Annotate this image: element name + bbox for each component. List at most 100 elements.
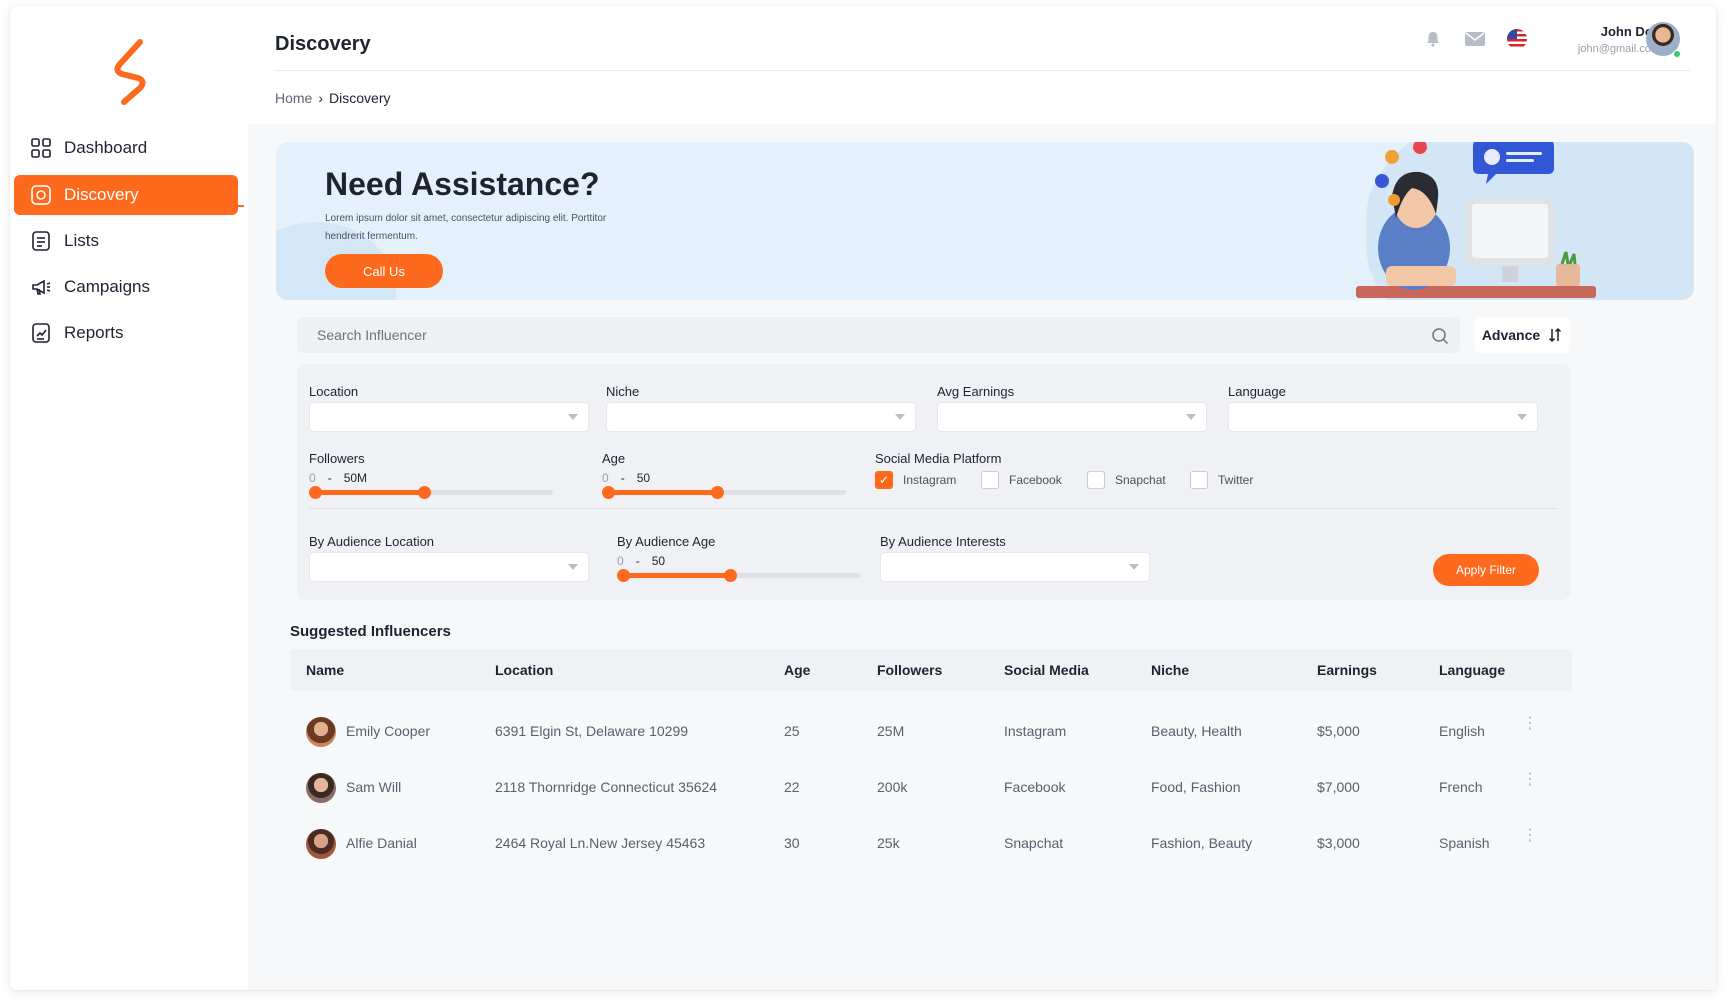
range-separator: -: [620, 471, 625, 485]
influencer-name[interactable]: Emily Cooper: [346, 723, 430, 739]
slider-fill: [315, 490, 425, 495]
avatar: [306, 829, 336, 859]
report-icon: [32, 323, 50, 343]
checkbox-label: Snapchat: [1115, 473, 1166, 487]
twitter-checkbox[interactable]: Twitter: [1190, 471, 1253, 489]
chevron-down-icon: [895, 414, 905, 420]
chevron-down-icon: [568, 414, 578, 420]
influencer-name[interactable]: Alfie Danial: [346, 835, 417, 851]
call-us-button[interactable]: Call Us: [325, 254, 443, 288]
sidebar-item-campaigns[interactable]: Campaigns: [14, 267, 238, 307]
slider-fill: [623, 573, 731, 578]
slider-min-handle[interactable]: [309, 486, 322, 499]
slider-min-handle[interactable]: [602, 486, 615, 499]
sidebar-item-dashboard[interactable]: Dashboard: [14, 128, 238, 168]
location-label: Location: [309, 384, 359, 399]
column-header[interactable]: Language: [1439, 662, 1505, 678]
column-header[interactable]: Social Media: [1004, 662, 1089, 678]
column-header[interactable]: Name: [306, 662, 344, 678]
influencer-earnings: $5,000: [1317, 723, 1360, 739]
influencer-age: 25: [784, 723, 800, 739]
avg-earnings-label: Avg Earnings: [937, 384, 1015, 399]
bell-icon[interactable]: [1424, 30, 1442, 48]
range-min: 0: [602, 471, 609, 485]
column-header[interactable]: Niche: [1151, 662, 1189, 678]
influencer-niche: Beauty, Health: [1151, 723, 1242, 739]
us-flag-icon[interactable]: [1506, 28, 1528, 50]
slider-max-handle[interactable]: [418, 486, 432, 499]
breadcrumb-home[interactable]: Home: [275, 90, 312, 106]
search-icon[interactable]: [1431, 327, 1449, 345]
mail-icon[interactable]: [1464, 30, 1486, 48]
sidebar-item-discovery[interactable]: Discovery: [14, 175, 238, 215]
chevron-down-icon: [1129, 564, 1139, 570]
breadcrumb: Home › Discovery: [275, 90, 391, 106]
language-select[interactable]: [1228, 402, 1538, 432]
influencer-social: Facebook: [1004, 779, 1066, 795]
avg-earnings-select[interactable]: [937, 402, 1207, 432]
sidebar-item-lists[interactable]: Lists: [14, 221, 238, 261]
facebook-checkbox[interactable]: Facebook: [981, 471, 1062, 489]
user-email: john@gmail.com: [1577, 43, 1660, 55]
chevron-down-icon: [568, 564, 578, 570]
instagram-checkbox[interactable]: ✓ Instagram: [875, 471, 956, 489]
age-slider[interactable]: [602, 486, 846, 499]
assistance-banner: Need Assistance? Lorem ipsum dolor sit a…: [276, 142, 1694, 300]
range-separator: -: [635, 554, 640, 568]
sidebar-item-label: Reports: [64, 323, 124, 342]
slider-max-handle[interactable]: [711, 486, 725, 499]
audience-interests-select[interactable]: [880, 552, 1150, 582]
column-header[interactable]: Followers: [877, 662, 942, 678]
checkbox-label: Twitter: [1218, 473, 1254, 487]
column-header[interactable]: Age: [784, 662, 810, 678]
sidebar-item-label: Lists: [64, 231, 99, 250]
apply-filter-button[interactable]: Apply Filter: [1433, 554, 1539, 586]
influencer-age: 30: [784, 835, 800, 851]
sidebar-item-label: Discovery: [64, 185, 139, 204]
slider-min-handle[interactable]: [617, 569, 630, 582]
table-row[interactable]: Alfie Danial 2464 Royal Ln.New Jersey 45…: [290, 816, 1572, 872]
influencer-language: English: [1439, 723, 1485, 739]
influencer-name[interactable]: Sam Will: [346, 779, 401, 795]
influencer-location: 2118 Thornridge Connecticut 35624: [495, 779, 718, 795]
column-header[interactable]: Earnings: [1317, 662, 1377, 678]
audience-location-label: By Audience Location: [309, 534, 435, 549]
more-options-icon[interactable]: ⋮: [1522, 716, 1538, 732]
followers-slider[interactable]: [309, 486, 553, 499]
online-status-dot: [1673, 50, 1681, 58]
checkbox-checked-icon[interactable]: ✓: [875, 471, 893, 489]
slider-max-handle[interactable]: [724, 569, 738, 582]
table-row[interactable]: Emily Cooper 6391 Elgin St, Delaware 102…: [290, 704, 1572, 760]
more-options-icon[interactable]: ⋮: [1522, 772, 1538, 788]
slider-fill: [608, 490, 718, 495]
audience-location-select[interactable]: [309, 552, 589, 582]
checkbox-box[interactable]: [1087, 471, 1105, 489]
sidebar-item-label: Campaigns: [64, 277, 150, 296]
more-options-icon[interactable]: ⋮: [1522, 828, 1538, 844]
sort-arrows-icon: [1549, 327, 1562, 343]
sidebar-item-reports[interactable]: Reports: [14, 313, 238, 353]
influencer-followers: 25M: [877, 723, 905, 739]
search-input[interactable]: Search Influencer: [297, 317, 1460, 353]
active-indicator: [236, 205, 244, 207]
influencer-earnings: $7,000: [1317, 779, 1360, 795]
brand-logo[interactable]: [106, 36, 156, 108]
megaphone-icon: [32, 279, 51, 295]
sidebar: Dashboard Discovery Lists Campaigns Repo…: [10, 6, 248, 990]
range-max: 50: [636, 471, 651, 485]
table-row[interactable]: Sam Will 2118 Thornridge Connecticut 356…: [290, 760, 1572, 816]
snapchat-checkbox[interactable]: Snapchat: [1087, 471, 1166, 489]
advance-filter-button[interactable]: Advance: [1474, 317, 1570, 353]
niche-select[interactable]: [606, 402, 916, 432]
niche-label: Niche: [606, 384, 640, 399]
range-min: 0: [309, 471, 316, 485]
checkbox-box[interactable]: [981, 471, 999, 489]
checkbox-box[interactable]: [1190, 471, 1208, 489]
location-select[interactable]: [309, 402, 589, 432]
user-name: John Doe: [1600, 24, 1660, 39]
audience-age-slider[interactable]: [617, 569, 861, 582]
influencer-niche: Food, Fashion: [1151, 779, 1241, 795]
column-header[interactable]: Location: [495, 662, 553, 678]
filter-panel: Location Niche Avg Earnings Language Fol…: [297, 364, 1570, 600]
influencer-niche: Fashion, Beauty: [1151, 835, 1253, 851]
